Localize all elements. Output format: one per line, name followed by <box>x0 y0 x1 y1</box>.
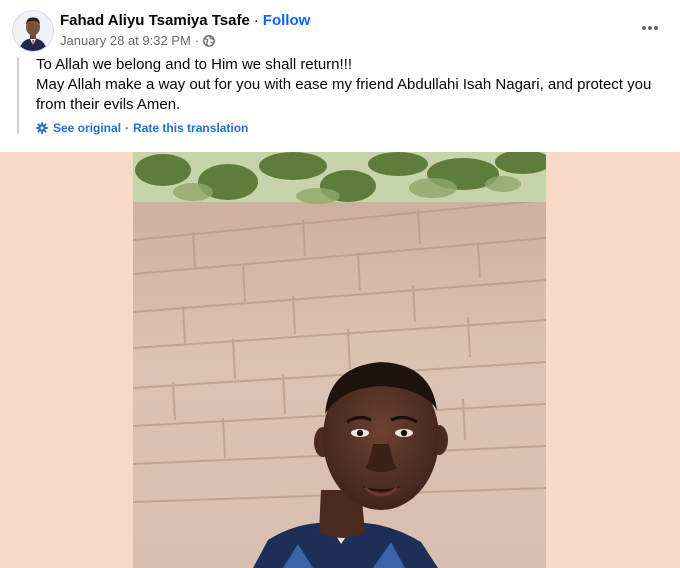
gear-icon <box>36 122 48 134</box>
facebook-post: Fahad Aliyu Tsamiya Tsafe · Follow January… <box>0 0 680 568</box>
globe-icon[interactable] <box>203 35 216 47</box>
post-text-line: May Allah make a way out for you with ea… <box>36 76 652 113</box>
author-name[interactable]: Fahad Aliyu Tsamiya Tsafe <box>60 12 250 29</box>
avatar[interactable] <box>12 10 54 52</box>
rate-translation-link[interactable]: Rate this translation <box>133 121 248 135</box>
more-options-button[interactable] <box>632 14 668 42</box>
post-text: To Allah we belong and to Him we shall r… <box>36 55 666 115</box>
translation-separator: · <box>125 121 130 135</box>
more-options-icon <box>642 26 658 30</box>
post-meta: January 28 at 9:32 PM · <box>60 33 216 49</box>
avatar-image <box>13 11 53 51</box>
selfie-photo <box>133 152 546 568</box>
translation-bar: See original · Rate this translation <box>36 121 248 135</box>
post-text-line: To Allah we belong and to Him we shall r… <box>36 56 353 73</box>
author-line: Fahad Aliyu Tsamiya Tsafe · Follow <box>60 12 310 30</box>
see-original-link[interactable]: See original <box>53 121 121 135</box>
post-timestamp[interactable]: January 28 at 9:32 PM <box>60 33 191 49</box>
follow-button[interactable]: Follow <box>263 12 311 29</box>
post-media <box>0 152 680 568</box>
post-header: Fahad Aliyu Tsamiya Tsafe · Follow January… <box>0 0 680 152</box>
post-photo[interactable] <box>133 152 546 568</box>
meta-separator: · <box>194 33 200 48</box>
translation-quote-bar <box>17 57 19 134</box>
author-separator: · <box>253 12 259 29</box>
